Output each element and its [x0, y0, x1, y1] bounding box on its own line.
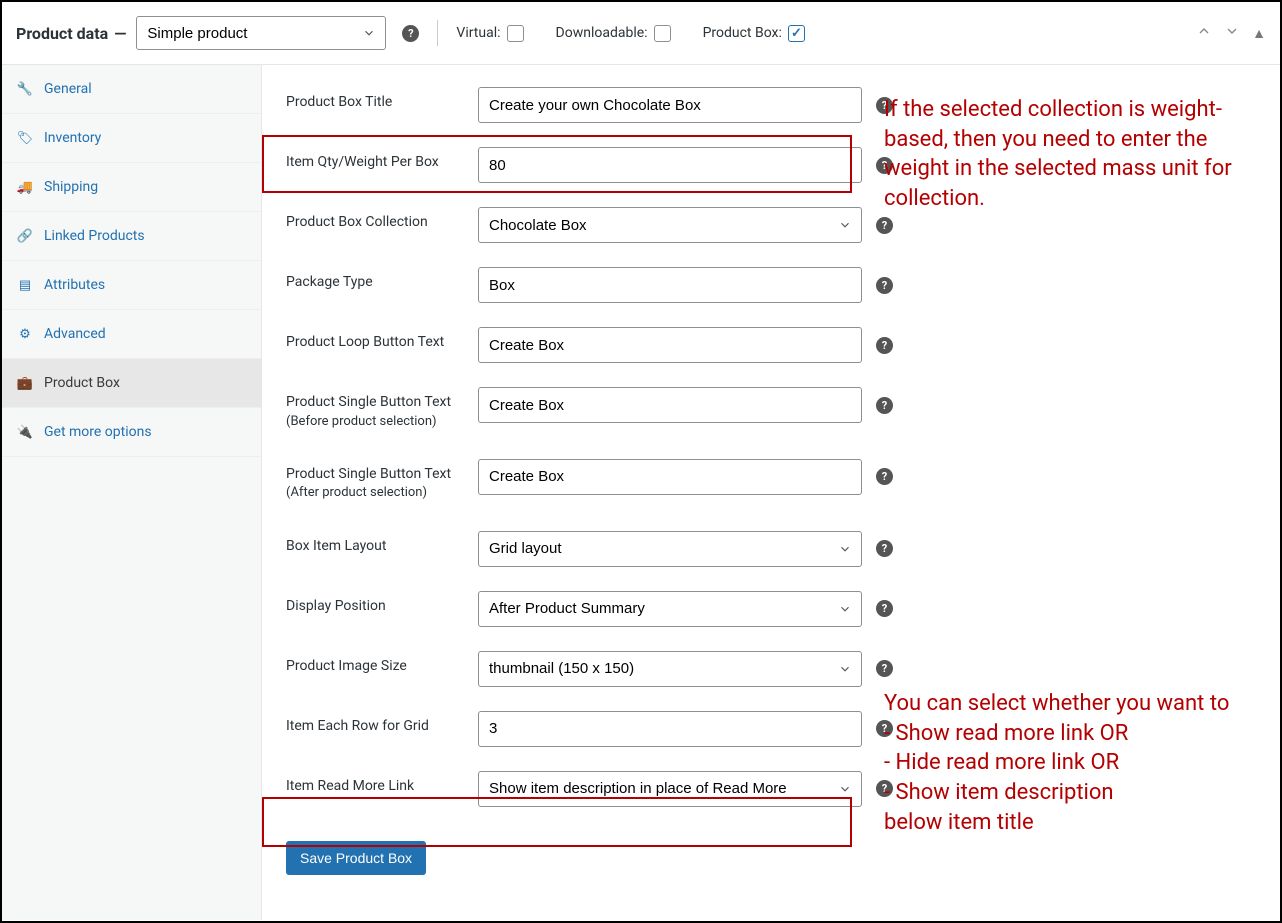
row-position: Display Position After Product Summary ?	[286, 591, 1276, 627]
input-package[interactable]	[478, 267, 862, 303]
label-image-size: Product Image Size	[286, 651, 478, 677]
product-box-checkbox[interactable]	[788, 25, 805, 42]
help-icon[interactable]: ?	[876, 337, 893, 354]
label-qty: Item Qty/Weight Per Box	[286, 147, 478, 173]
sidebar-item-label: Product Box	[44, 375, 120, 391]
product-data-panel: Product data — Simple product ? Virtual:…	[0, 0, 1282, 923]
product-type-select-wrap: Simple product	[136, 16, 386, 50]
label-single-before: Product Single Button Text (Before produ…	[286, 387, 478, 431]
label-layout: Box Item Layout	[286, 531, 478, 557]
move-down-icon[interactable]	[1224, 23, 1240, 43]
select-collection[interactable]: Chocolate Box	[478, 207, 862, 243]
panel-toggles: ▲	[1196, 23, 1266, 43]
input-single-before[interactable]	[478, 387, 862, 423]
sidebar-item-label: Shipping	[44, 179, 98, 195]
label-position: Display Position	[286, 591, 478, 617]
sidebar-item-attributes[interactable]: ▤ Attributes	[2, 261, 261, 310]
help-icon[interactable]: ?	[876, 600, 893, 617]
sidebar-item-label: Attributes	[44, 277, 105, 293]
help-icon[interactable]: ?	[876, 660, 893, 677]
row-single-after: Product Single Button Text (After produc…	[286, 459, 1276, 503]
product-box-checkbox-group: Product Box:	[703, 25, 809, 42]
sidebar: 🔧 General 🏷 Inventory 🚚 Shipping 🔗 Linke…	[2, 65, 262, 920]
help-icon[interactable]: ?	[876, 468, 893, 485]
sidebar-item-label: General	[44, 81, 92, 97]
annotation-text-qty: If the selected collection is weight-bas…	[884, 95, 1254, 214]
sidebar-item-get-more-options[interactable]: 🔌 Get more options	[2, 408, 261, 457]
input-each-row[interactable]	[478, 711, 862, 747]
select-image-size[interactable]: thumbnail (150 x 150)	[478, 651, 862, 687]
panel-body: 🔧 General 🏷 Inventory 🚚 Shipping 🔗 Linke…	[2, 65, 1280, 920]
sidebar-item-linked-products[interactable]: 🔗 Linked Products	[2, 212, 261, 261]
help-icon[interactable]: ?	[876, 277, 893, 294]
main-content: Product Box Title ? Item Qty/Weight Per …	[262, 65, 1280, 920]
downloadable-checkbox-group: Downloadable:	[556, 25, 675, 42]
label-collection: Product Box Collection	[286, 207, 478, 233]
collapse-icon[interactable]: ▲	[1252, 25, 1266, 42]
move-up-icon[interactable]	[1196, 23, 1212, 43]
select-readmore[interactable]: Show item description in place of Read M…	[478, 771, 862, 807]
sidebar-item-label: Advanced	[44, 326, 106, 342]
label-package: Package Type	[286, 267, 478, 293]
label-readmore: Item Read More Link	[286, 771, 478, 797]
product-box-label: Product Box:	[703, 25, 782, 41]
sidebar-item-label: Linked Products	[44, 228, 145, 244]
label-single-after: Product Single Button Text (After produc…	[286, 459, 478, 503]
briefcase-icon: 💼	[16, 376, 34, 391]
help-icon[interactable]: ?	[876, 397, 893, 414]
gear-icon: ⚙	[16, 327, 34, 342]
panel-title: Product data	[16, 24, 108, 43]
help-icon[interactable]: ?	[402, 25, 419, 42]
sidebar-item-general[interactable]: 🔧 General	[2, 65, 261, 114]
downloadable-checkbox[interactable]	[654, 25, 671, 42]
link-icon: 🔗	[16, 229, 34, 244]
virtual-label: Virtual:	[456, 25, 500, 41]
row-loop-button: Product Loop Button Text ?	[286, 327, 1276, 363]
virtual-checkbox[interactable]	[507, 25, 524, 42]
downloadable-label: Downloadable:	[556, 25, 648, 41]
sidebar-item-product-box[interactable]: 💼 Product Box	[2, 359, 261, 408]
tag-icon: 🏷	[16, 131, 34, 146]
annotation-text-readmore: You can select whether you want to - Sho…	[884, 689, 1254, 837]
label-title: Product Box Title	[286, 87, 478, 113]
wrench-icon: 🔧	[16, 82, 34, 97]
sidebar-item-advanced[interactable]: ⚙ Advanced	[2, 310, 261, 359]
dash: —	[114, 24, 126, 43]
help-icon[interactable]: ?	[876, 217, 893, 234]
input-single-after[interactable]	[478, 459, 862, 495]
row-package: Package Type ?	[286, 267, 1276, 303]
row-layout: Box Item Layout Grid layout ?	[286, 531, 1276, 567]
row-single-before: Product Single Button Text (Before produ…	[286, 387, 1276, 431]
panel-header: Product data — Simple product ? Virtual:…	[2, 2, 1280, 65]
input-title[interactable]	[478, 87, 862, 123]
sidebar-item-inventory[interactable]: 🏷 Inventory	[2, 114, 261, 163]
select-layout[interactable]: Grid layout	[478, 531, 862, 567]
sidebar-item-shipping[interactable]: 🚚 Shipping	[2, 163, 261, 212]
truck-icon: 🚚	[16, 180, 34, 195]
label-each-row: Item Each Row for Grid	[286, 711, 478, 737]
label-loop-button: Product Loop Button Text	[286, 327, 478, 353]
plug-icon: 🔌	[16, 425, 34, 440]
help-icon[interactable]: ?	[876, 540, 893, 557]
sidebar-item-label: Get more options	[44, 424, 152, 440]
save-button[interactable]: Save Product Box	[286, 841, 426, 875]
input-qty[interactable]	[478, 147, 862, 183]
row-image-size: Product Image Size thumbnail (150 x 150)…	[286, 651, 1276, 687]
product-type-select[interactable]: Simple product	[136, 16, 386, 50]
select-position[interactable]: After Product Summary	[478, 591, 862, 627]
panel-icon: ▤	[16, 278, 34, 293]
virtual-checkbox-group: Virtual:	[456, 25, 527, 42]
sidebar-item-label: Inventory	[44, 130, 101, 146]
divider	[437, 20, 438, 46]
input-loop-button[interactable]	[478, 327, 862, 363]
